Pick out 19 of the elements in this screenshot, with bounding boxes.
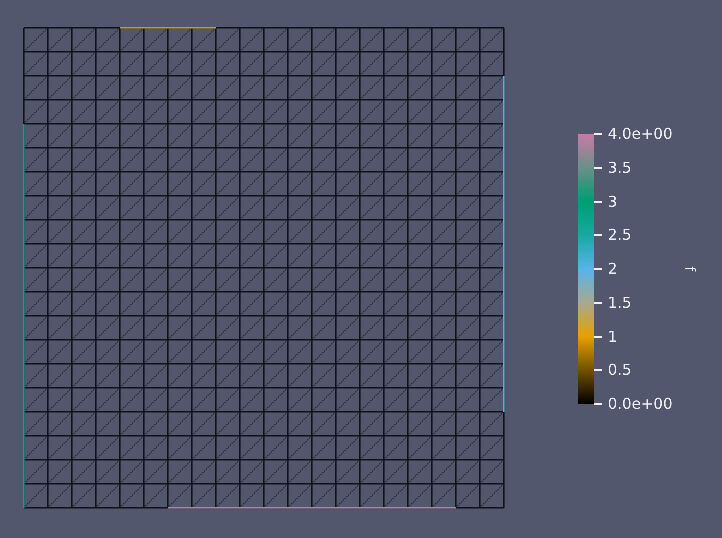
tick-label: 3 <box>608 194 618 210</box>
tick-label: 2 <box>608 261 618 277</box>
tick-mark <box>594 403 602 405</box>
tick-mark <box>594 336 602 338</box>
tick-mark <box>594 302 602 304</box>
tick-mark <box>594 268 602 270</box>
tick-label: 3.5 <box>608 160 632 176</box>
tick-mark <box>594 234 602 236</box>
tick-mark <box>594 369 602 372</box>
tick-label: 1 <box>608 328 618 344</box>
tick-mark <box>594 200 602 202</box>
tick-mark <box>594 166 602 169</box>
tick-label: 0.0e+00 <box>608 396 673 412</box>
colorbar-title: f <box>681 266 698 272</box>
tick-label: 4.0e+00 <box>608 126 673 142</box>
tick-label: 2.5 <box>608 227 632 244</box>
tick-mark <box>594 133 602 135</box>
tick-label: 0.5 <box>608 362 632 378</box>
tick-label: 1.5 <box>608 294 632 311</box>
